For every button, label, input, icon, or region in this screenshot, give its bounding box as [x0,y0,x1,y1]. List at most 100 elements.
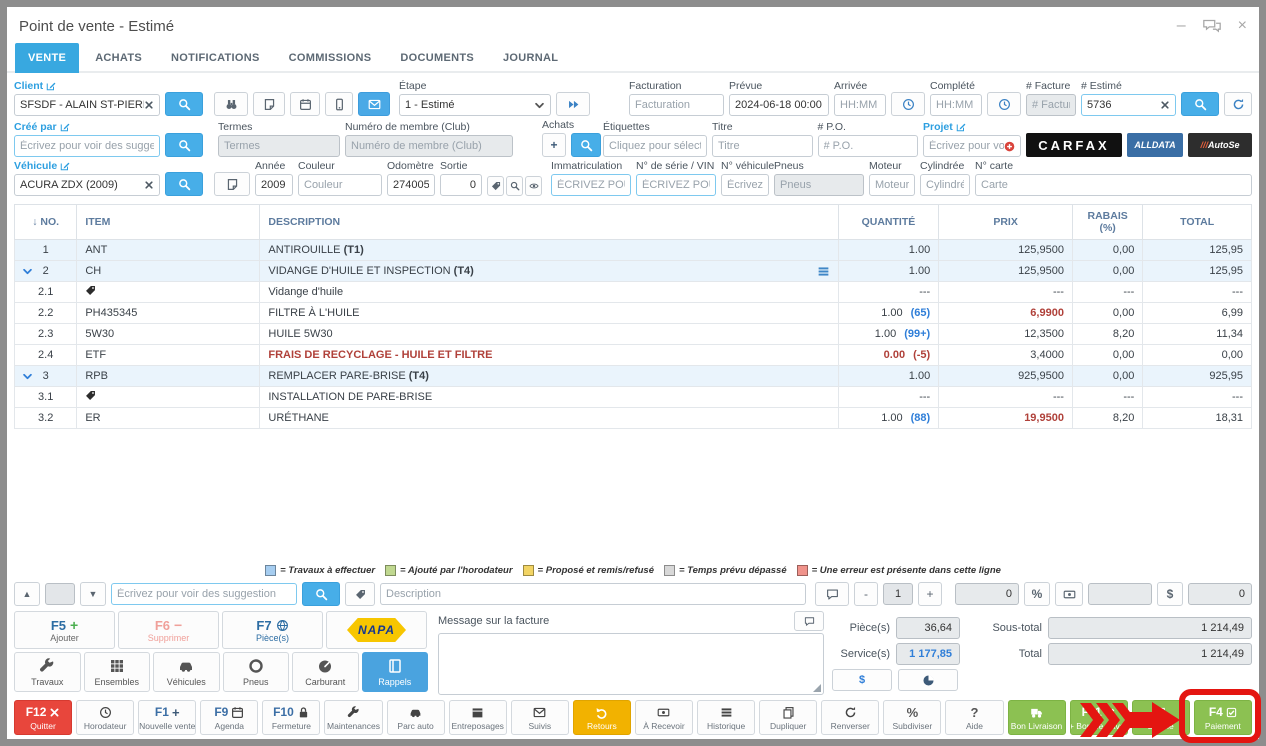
category-vehicules[interactable]: Véhicules [153,652,220,692]
category-carburant[interactable]: Carburant [292,652,359,692]
f7-parts-button[interactable]: F7 Pièce(s) [222,611,323,649]
arrivee-clock-button[interactable] [891,92,925,116]
horodateur-button[interactable]: Horodateur [76,700,134,735]
complete-clock-button[interactable] [987,92,1021,116]
etiquettes-input[interactable]: Cliquez pour sélection [603,135,707,157]
edit-icon[interactable] [60,122,70,132]
estime-input[interactable]: 5736 [1081,94,1176,116]
client-calendar-button[interactable] [290,92,320,116]
agenda-button[interactable]: F9 Agenda [200,700,258,735]
prevue-input[interactable]: 2024-06-18 00:00 [729,94,829,116]
item-row[interactable]: 2.4 ETF FRAIS DE RECYCLAGE - HUILE ET FI… [15,345,1252,366]
historique-button[interactable]: Historique [697,700,755,735]
facturation-input[interactable]: Facturation [629,94,724,116]
tab-documents[interactable]: DOCUMENTS [387,43,487,73]
task-list-icon[interactable] [817,265,830,278]
no-vehicule-input[interactable]: Écrivez p [721,174,769,196]
tab-achats[interactable]: ACHATS [82,43,155,73]
aide-button[interactable]: ? Aide [945,700,1003,735]
row-up-button[interactable]: ▲ [14,582,40,606]
client-email-button[interactable] [358,92,390,116]
item-row[interactable]: 2.1 Vidange d'huile --- --- --- --- [15,282,1252,303]
window-chat-icon[interactable] [1202,18,1222,34]
add-circle-icon[interactable] [1004,141,1015,152]
alldata-logo[interactable]: ALLDATA [1127,133,1183,157]
clear-icon[interactable] [144,100,154,110]
item-row[interactable]: 2 CH VIDANGE D'HUILE ET INSPECTION (T4) … [15,261,1252,282]
achats-search-button[interactable] [571,133,601,157]
moteur-input[interactable]: Moteur [869,174,915,196]
col-rabais[interactable]: RABAIS (%) [1072,205,1142,240]
dupliquer-button[interactable]: Dupliquer [759,700,817,735]
autoserve-logo[interactable]: ///AutoSe [1188,133,1252,157]
napa-button[interactable]: NAPA [326,611,427,649]
complete-input[interactable]: HH:MM [930,94,982,116]
etape-select[interactable]: 1 - Estimé [399,94,551,116]
a-recevoir-button[interactable]: À Recevoir [635,700,693,735]
bon-de-travail-button[interactable]: F11 + Bon de travail [1070,700,1128,735]
vehicule-input[interactable]: ACURA ZDX (2009) [14,174,160,196]
cree-par-input[interactable]: Écrivez pour voir des suggestions [14,135,160,157]
bon-livraison-button[interactable]: Bon Livraison [1008,700,1066,735]
annee-input[interactable]: 2009 [255,174,293,196]
tab-commissions[interactable]: COMMISSIONS [276,43,385,73]
col-prix[interactable]: PRIX [939,205,1073,240]
edit-icon[interactable] [46,81,56,91]
quick-tag-button[interactable] [345,582,375,606]
odometre-input[interactable]: 274005 [387,174,435,196]
fermeture-button[interactable]: F10 Fermeture [262,700,320,735]
projet-input[interactable]: Écrivez pour voir d [923,135,1021,157]
refresh-button[interactable] [1224,92,1252,116]
quit-button[interactable]: F12 Quitter [14,700,72,735]
close-button[interactable]: × [1238,18,1247,34]
tab-notifications[interactable]: NOTIFICATIONS [158,43,273,73]
item-row[interactable]: 3.2 ER URÉTHANE 1.00(88) 19,9500 8,20 18… [15,408,1252,429]
category-rappels[interactable]: Rappels [362,652,429,692]
item-row[interactable]: 3.1 INSTALLATION DE PARE-BRISE --- --- -… [15,387,1252,408]
client-input[interactable]: SFSDF - ALAIN ST-PIERRE [14,94,160,116]
category-travaux[interactable]: Travaux [14,652,81,692]
minimize-button[interactable]: – [1177,18,1186,34]
client-lookup-button[interactable] [214,92,248,116]
nouvelle-vente-button[interactable]: F1+ Nouvelle vente [138,700,196,735]
category-pneus[interactable]: Pneus [223,652,290,692]
col-total[interactable]: TOTAL [1143,205,1252,240]
item-row[interactable]: 2.3 5W30 HUILE 5W30 1.00(99+) 12,3500 8,… [15,324,1252,345]
couleur-input[interactable]: Couleur [298,174,382,196]
vehicle-view-button[interactable] [525,176,542,196]
cylindree-input[interactable]: Cylindrée [920,174,970,196]
qty-value[interactable]: 1 [883,583,913,605]
po-input[interactable]: # P.O. [818,135,919,157]
client-search-button[interactable] [165,92,203,116]
item-row[interactable]: 2.2 PH435345 FILTRE À L'HUILE 1.00(65) 6… [15,303,1252,324]
next-step-button[interactable] [556,92,590,116]
edit-icon[interactable] [956,122,966,132]
quick-search-input[interactable]: Écrivez pour voir des suggestion [111,583,297,605]
renverser-button[interactable]: Renverser [821,700,879,735]
quick-search-button[interactable] [302,582,340,606]
tab-journal[interactable]: JOURNAL [490,43,571,73]
vehicle-tag-button[interactable] [487,176,504,196]
category-ensembles[interactable]: Ensembles [84,652,151,692]
maintenances-button[interactable]: Maintenances [324,700,382,735]
parc-auto-button[interactable]: Parc auto [387,700,445,735]
achats-add-button[interactable]: + [542,133,566,157]
row-down-button[interactable]: ▼ [80,582,106,606]
money-button[interactable] [1055,582,1083,606]
sortie-input[interactable]: 0 [440,174,482,196]
dollar-button[interactable]: $ [1157,582,1183,606]
immatriculation-input[interactable]: ÉCRIVEZ POUR VOIR D [551,174,631,196]
estime-search-button[interactable] [1181,92,1219,116]
resize-handle[interactable] [813,684,821,692]
clear-icon[interactable] [1160,100,1170,110]
estime-button[interactable]: Estimé [1132,700,1190,735]
carte-input[interactable]: Carte [975,174,1252,196]
percent-button[interactable]: % [1024,582,1050,606]
item-row[interactable]: 1 ANT ANTIROUILLE (T1) 1.00 125,9500 0,0… [15,240,1252,261]
f6-delete-button[interactable]: F6− Supprimer [118,611,219,649]
dollar-toggle-button[interactable]: $ [832,669,892,691]
arrivee-input[interactable]: HH:MM [834,94,886,116]
qty-minus-button[interactable]: - [854,582,878,606]
tab-vente[interactable]: VENTE [15,43,79,73]
col-description[interactable]: DESCRIPTION [260,205,838,240]
